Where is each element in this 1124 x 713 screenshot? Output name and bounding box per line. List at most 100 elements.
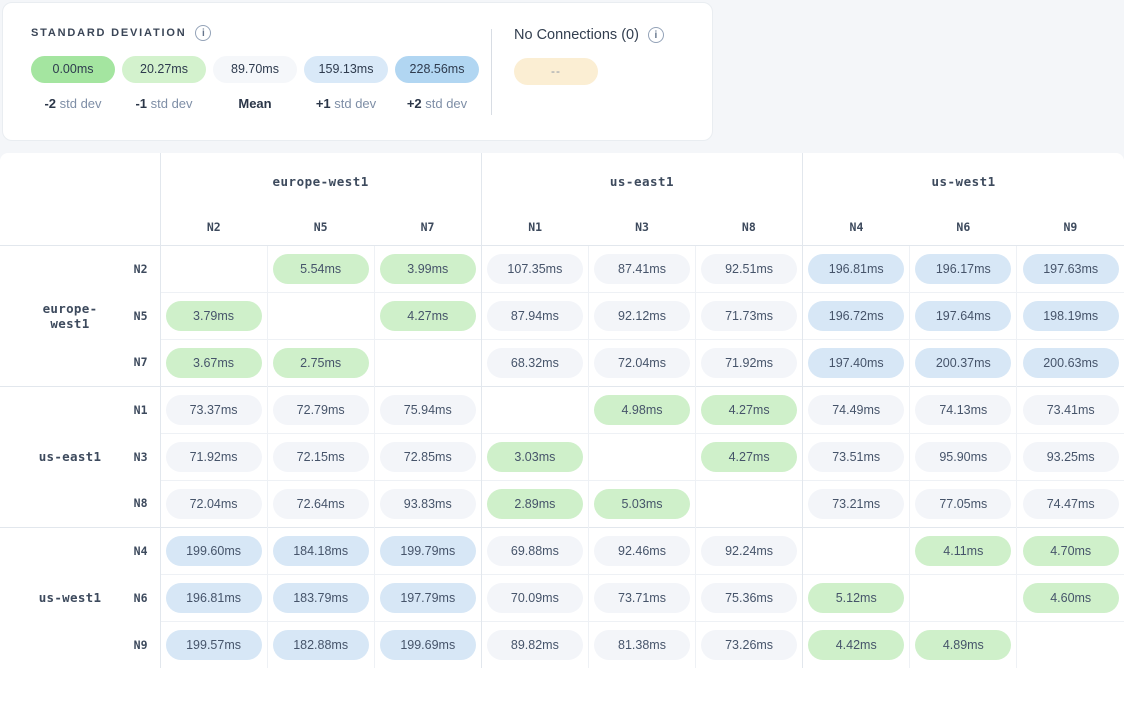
- latency-pill[interactable]: 4.98ms: [594, 395, 690, 425]
- latency-pill[interactable]: 92.12ms: [594, 301, 690, 331]
- latency-pill[interactable]: 200.37ms: [915, 348, 1011, 378]
- latency-cell: 196.81ms: [803, 245, 910, 292]
- latency-cell: 68.32ms: [481, 339, 588, 386]
- std-dev-label: +1 std dev: [304, 96, 388, 111]
- latency-pill[interactable]: 198.19ms: [1023, 301, 1119, 331]
- latency-cell-empty: [588, 433, 695, 480]
- latency-pill[interactable]: 196.72ms: [808, 301, 904, 331]
- latency-pill[interactable]: 73.41ms: [1023, 395, 1119, 425]
- latency-pill[interactable]: 4.60ms: [1023, 583, 1119, 613]
- std-dev-label: -1 std dev: [122, 96, 206, 111]
- latency-pill[interactable]: 5.12ms: [808, 583, 904, 613]
- latency-pill[interactable]: 74.49ms: [808, 395, 904, 425]
- latency-pill[interactable]: 4.42ms: [808, 630, 904, 660]
- latency-pill[interactable]: 71.92ms: [701, 348, 797, 378]
- latency-pill[interactable]: 2.75ms: [273, 348, 369, 378]
- node-header-N2: N2: [160, 209, 267, 245]
- latency-cell: 5.03ms: [588, 480, 695, 527]
- latency-pill[interactable]: 200.63ms: [1023, 348, 1119, 378]
- latency-pill[interactable]: 107.35ms: [487, 254, 583, 284]
- latency-pill[interactable]: 87.41ms: [594, 254, 690, 284]
- latency-cell: 74.49ms: [803, 386, 910, 433]
- latency-pill[interactable]: 69.88ms: [487, 536, 583, 566]
- latency-pill[interactable]: 72.79ms: [273, 395, 369, 425]
- std-dev-pill: 89.70ms: [213, 56, 297, 83]
- latency-matrix: europe-west1us-east1us-west1N2N5N7N1N3N8…: [0, 153, 1124, 668]
- latency-pill[interactable]: 92.46ms: [594, 536, 690, 566]
- latency-pill[interactable]: 197.63ms: [1023, 254, 1119, 284]
- latency-pill[interactable]: 199.60ms: [166, 536, 262, 566]
- latency-cell-empty: [803, 527, 910, 574]
- latency-pill[interactable]: 72.85ms: [380, 442, 476, 472]
- latency-pill[interactable]: 73.37ms: [166, 395, 262, 425]
- latency-pill[interactable]: 197.79ms: [380, 583, 476, 613]
- latency-pill[interactable]: 3.67ms: [166, 348, 262, 378]
- info-icon[interactable]: i: [195, 25, 211, 41]
- no-connections-pill: --: [514, 58, 598, 85]
- latency-pill[interactable]: 5.54ms: [273, 254, 369, 284]
- latency-pill[interactable]: 68.32ms: [487, 348, 583, 378]
- latency-pill[interactable]: 89.82ms: [487, 630, 583, 660]
- latency-pill[interactable]: 72.64ms: [273, 489, 369, 519]
- latency-pill[interactable]: 74.13ms: [915, 395, 1011, 425]
- latency-pill[interactable]: 74.47ms: [1023, 489, 1119, 519]
- latency-pill[interactable]: 87.94ms: [487, 301, 583, 331]
- latency-cell: 199.57ms: [160, 621, 267, 668]
- latency-cell: 73.21ms: [803, 480, 910, 527]
- latency-pill[interactable]: 4.11ms: [915, 536, 1011, 566]
- latency-pill[interactable]: 73.26ms: [701, 630, 797, 660]
- latency-pill[interactable]: 196.81ms: [808, 254, 904, 284]
- latency-pill[interactable]: 3.03ms: [487, 442, 583, 472]
- latency-pill[interactable]: 72.04ms: [594, 348, 690, 378]
- latency-pill[interactable]: 196.81ms: [166, 583, 262, 613]
- latency-pill[interactable]: 71.73ms: [701, 301, 797, 331]
- latency-pill[interactable]: 71.92ms: [166, 442, 262, 472]
- latency-pill[interactable]: 182.88ms: [273, 630, 369, 660]
- latency-pill[interactable]: 95.90ms: [915, 442, 1011, 472]
- latency-pill[interactable]: 77.05ms: [915, 489, 1011, 519]
- latency-pill[interactable]: 72.15ms: [273, 442, 369, 472]
- latency-cell: 197.40ms: [803, 339, 910, 386]
- std-dev-label: +2 std dev: [395, 96, 479, 111]
- row-region-label: us-east1: [0, 386, 112, 527]
- latency-pill[interactable]: 4.27ms: [380, 301, 476, 331]
- latency-pill[interactable]: 4.27ms: [701, 442, 797, 472]
- matrix-header: europe-west1us-east1us-west1N2N5N7N1N3N8…: [0, 153, 1124, 245]
- latency-pill[interactable]: 197.40ms: [808, 348, 904, 378]
- latency-pill[interactable]: 73.51ms: [808, 442, 904, 472]
- latency-pill[interactable]: 196.17ms: [915, 254, 1011, 284]
- latency-pill[interactable]: 4.27ms: [701, 395, 797, 425]
- latency-pill[interactable]: 72.04ms: [166, 489, 262, 519]
- latency-pill[interactable]: 183.79ms: [273, 583, 369, 613]
- latency-pill[interactable]: 93.25ms: [1023, 442, 1119, 472]
- latency-cell: 199.60ms: [160, 527, 267, 574]
- latency-pill[interactable]: 70.09ms: [487, 583, 583, 613]
- latency-pill[interactable]: 199.69ms: [380, 630, 476, 660]
- latency-pill[interactable]: 184.18ms: [273, 536, 369, 566]
- latency-pill[interactable]: 4.70ms: [1023, 536, 1119, 566]
- latency-pill[interactable]: 93.83ms: [380, 489, 476, 519]
- latency-cell: 4.27ms: [696, 386, 803, 433]
- latency-pill[interactable]: 73.21ms: [808, 489, 904, 519]
- latency-pill[interactable]: 199.79ms: [380, 536, 476, 566]
- latency-pill[interactable]: 5.03ms: [594, 489, 690, 519]
- latency-cell: 87.94ms: [481, 292, 588, 339]
- latency-pill[interactable]: 92.24ms: [701, 536, 797, 566]
- latency-pill[interactable]: 81.38ms: [594, 630, 690, 660]
- latency-pill[interactable]: 3.99ms: [380, 254, 476, 284]
- latency-pill[interactable]: 2.89ms: [487, 489, 583, 519]
- latency-cell-empty: [696, 480, 803, 527]
- latency-pill[interactable]: 73.71ms: [594, 583, 690, 613]
- latency-pill[interactable]: 197.64ms: [915, 301, 1011, 331]
- latency-pill[interactable]: 75.94ms: [380, 395, 476, 425]
- matrix-row-N8: N872.04ms72.64ms93.83ms2.89ms5.03ms73.21…: [0, 480, 1124, 527]
- latency-pill[interactable]: 92.51ms: [701, 254, 797, 284]
- latency-pill[interactable]: 75.36ms: [701, 583, 797, 613]
- latency-cell: 74.47ms: [1017, 480, 1124, 527]
- latency-pill[interactable]: 199.57ms: [166, 630, 262, 660]
- latency-pill[interactable]: 3.79ms: [166, 301, 262, 331]
- latency-cell: 69.88ms: [481, 527, 588, 574]
- info-icon[interactable]: i: [648, 27, 664, 43]
- std-dev-label: Mean: [213, 96, 297, 111]
- latency-pill[interactable]: 4.89ms: [915, 630, 1011, 660]
